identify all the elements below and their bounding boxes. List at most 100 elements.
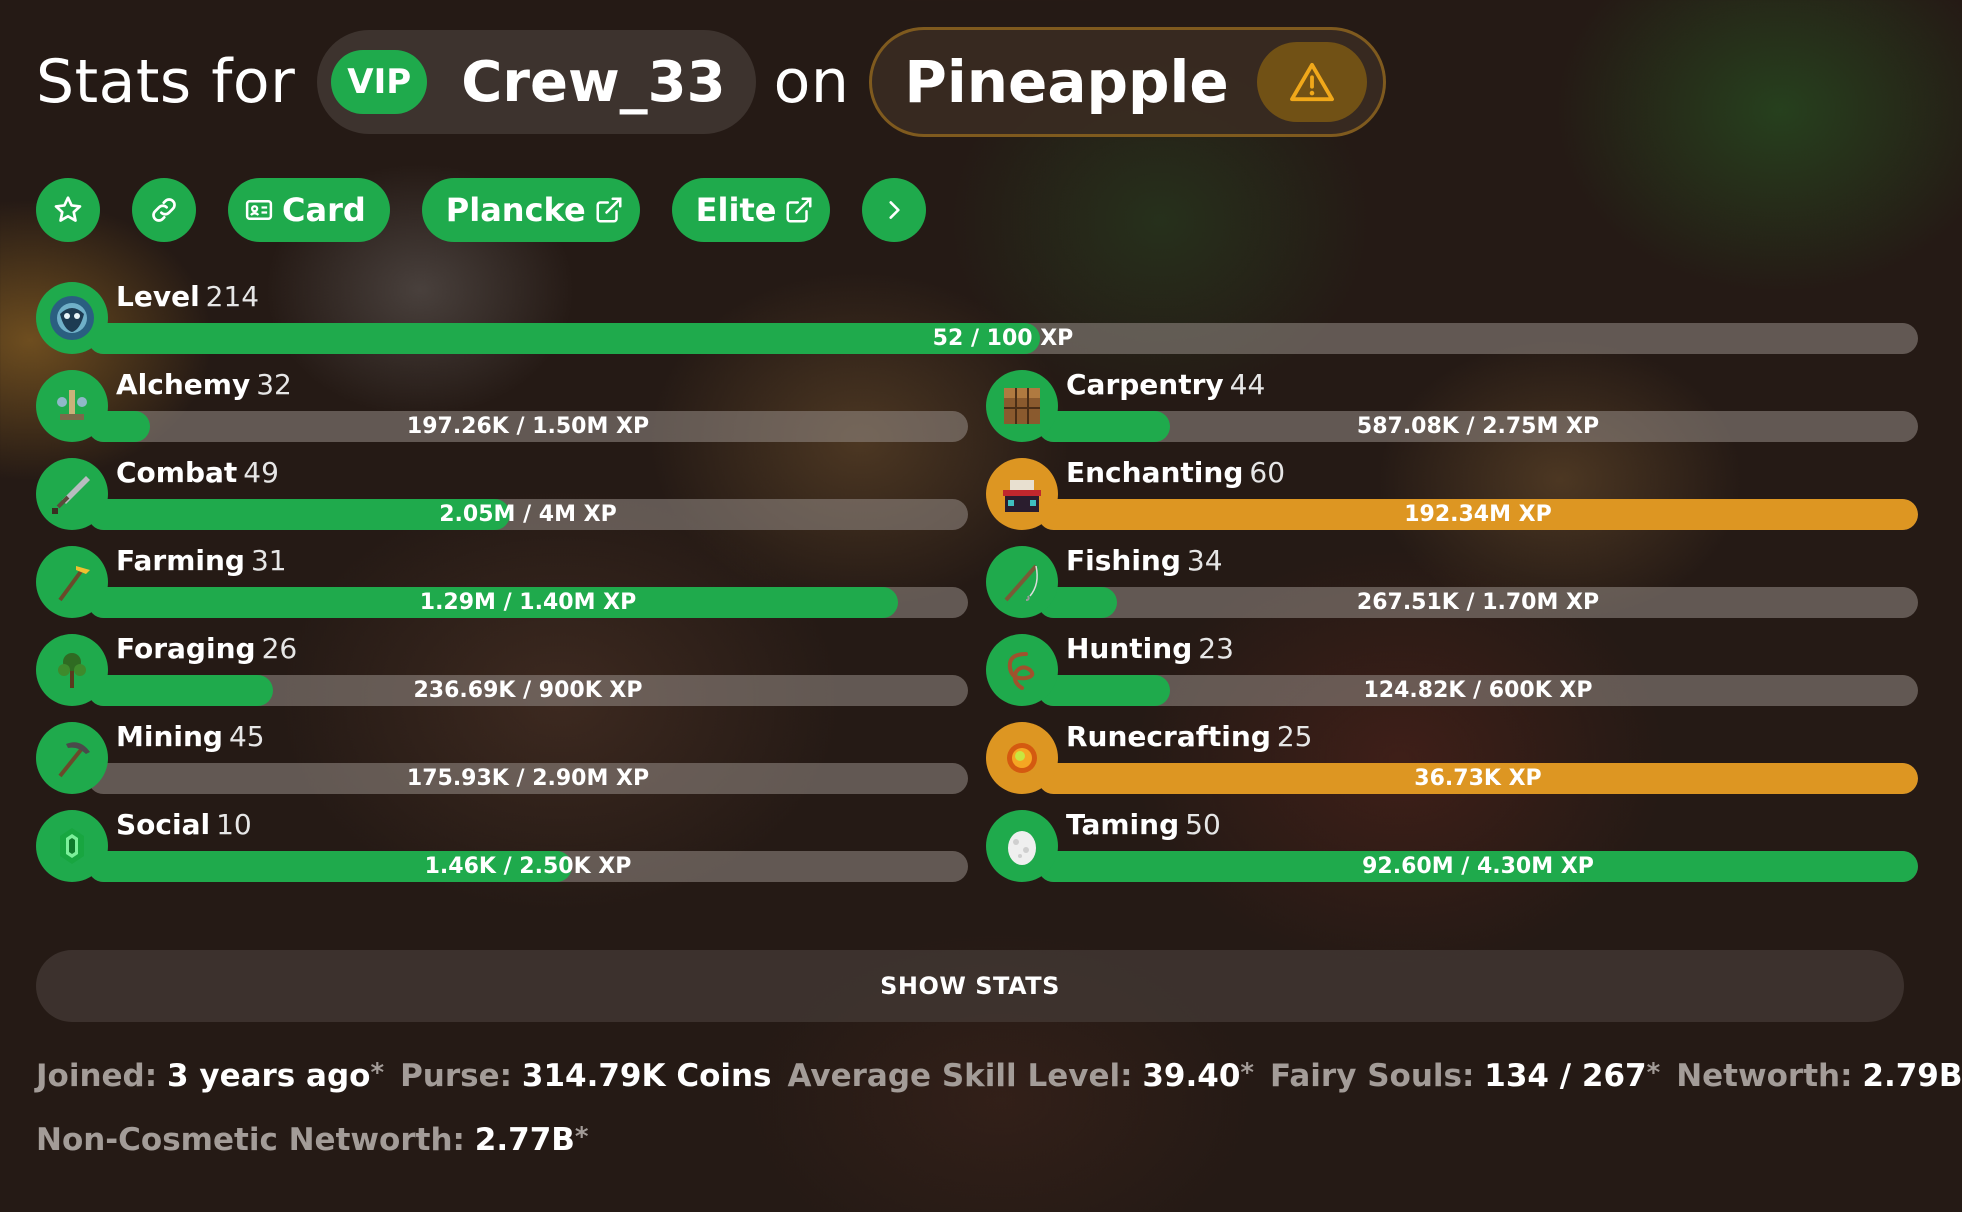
golden-hoe-icon bbox=[36, 546, 108, 618]
skill-level: 60 bbox=[1249, 456, 1286, 489]
skill-combat[interactable]: Combat 49 2.05M / 4M XP bbox=[36, 456, 968, 530]
average-skill-level-stat[interactable]: Average Skill Level: 39.40* bbox=[788, 1058, 1255, 1094]
skill-title: Enchanting 60 bbox=[1066, 456, 1285, 489]
copy-link-button[interactable] bbox=[132, 178, 196, 242]
skill-fishing[interactable]: Fishing 34 267.51K / 1.70M XP bbox=[986, 544, 1918, 618]
skill-xp-text: 2.05M / 4M XP bbox=[439, 502, 617, 527]
card-button[interactable]: Card bbox=[228, 178, 390, 242]
skill-xp-text: 92.60M / 4.30M XP bbox=[1362, 854, 1594, 879]
external-link-icon bbox=[786, 197, 812, 223]
skill-foraging[interactable]: Foraging 26 236.69K / 900K XP bbox=[36, 632, 968, 706]
skill-name: Alchemy bbox=[116, 368, 251, 401]
favorite-button[interactable] bbox=[36, 178, 100, 242]
stats-for-label: Stats for bbox=[36, 47, 296, 117]
non-cosmetic-networth-stat[interactable]: Non-Cosmetic Networth: 2.77B* bbox=[36, 1122, 589, 1158]
joined-stat[interactable]: Joined: 3 years ago* bbox=[36, 1058, 384, 1094]
skill-carpentry[interactable]: Carpentry 44 587.08K / 2.75M XP bbox=[986, 368, 1918, 442]
skill-xp-text: 587.08K / 2.75M XP bbox=[1356, 414, 1600, 439]
skill-taming[interactable]: Taming 50 92.60M / 4.30M XP bbox=[986, 808, 1918, 882]
skill-title: Foraging 26 bbox=[116, 632, 297, 665]
plancke-label: Plancke bbox=[445, 191, 586, 229]
skill-progress-track: 1.29M / 1.40M XP bbox=[88, 587, 968, 618]
skill-enchanting[interactable]: Enchanting 60 192.34M XP bbox=[986, 456, 1918, 530]
brewing-stand-icon bbox=[36, 370, 108, 442]
page-header: Stats for VIP Crew_33 on Pineapple bbox=[36, 27, 1386, 137]
skyblock-stats-page: Stats for VIP Crew_33 on Pineapple Card … bbox=[0, 0, 1962, 1212]
skyblock-level-bar: Level 214 52 / 100 XP bbox=[36, 280, 1918, 354]
skill-title: Social 10 bbox=[116, 808, 252, 841]
skill-hunting[interactable]: Hunting 23 124.82K / 600K XP bbox=[986, 632, 1918, 706]
magma-cream-icon bbox=[986, 722, 1058, 794]
pickaxe-icon bbox=[36, 722, 108, 794]
skill-xp-text: 197.26K / 1.50M XP bbox=[406, 414, 650, 439]
skill-name: Foraging bbox=[116, 632, 256, 665]
skill-runecrafting[interactable]: Runecrafting 25 36.73K XP bbox=[986, 720, 1918, 794]
star-icon bbox=[54, 196, 82, 222]
networth-stat[interactable]: Networth: 2.79B* bbox=[1676, 1058, 1962, 1094]
skill-name: Social bbox=[116, 808, 211, 841]
lead-icon bbox=[986, 634, 1058, 706]
skill-title: Hunting 23 bbox=[1066, 632, 1234, 665]
warning-icon bbox=[1289, 62, 1334, 102]
skill-progress-track: 236.69K / 900K XP bbox=[88, 675, 968, 706]
level-label: Level bbox=[116, 280, 200, 313]
level-emblem-icon bbox=[36, 282, 108, 354]
profile-summary: Joined: 3 years ago* Purse: 314.79K Coin… bbox=[36, 1058, 1962, 1186]
skill-level: 23 bbox=[1198, 632, 1234, 665]
sword-icon bbox=[36, 458, 108, 530]
warning-button[interactable] bbox=[1256, 42, 1367, 122]
level-xp-text: 52 / 100 XP bbox=[932, 326, 1074, 351]
external-link-icon bbox=[596, 197, 622, 223]
fishing-rod-icon bbox=[986, 546, 1058, 618]
skill-xp-text: 236.69K / 900K XP bbox=[413, 678, 643, 703]
skill-progress-track: 175.93K / 2.90M XP bbox=[88, 763, 968, 794]
skill-progress-track: 1.46K / 2.50K XP bbox=[88, 851, 968, 882]
chevron-right-icon bbox=[889, 201, 901, 219]
spawn-egg-icon bbox=[986, 810, 1058, 882]
purse-stat: Purse: 314.79K Coins bbox=[400, 1058, 772, 1094]
emerald-icon bbox=[36, 810, 108, 882]
skill-level: 50 bbox=[1185, 808, 1221, 841]
more-links-button[interactable] bbox=[862, 178, 927, 242]
profile-selector[interactable]: Pineapple bbox=[869, 27, 1386, 137]
level-value: 214 bbox=[205, 280, 260, 313]
skill-xp-text: 267.51K / 1.70M XP bbox=[1356, 590, 1600, 615]
skill-title: Farming 31 bbox=[116, 544, 287, 577]
skill-name: Enchanting bbox=[1066, 456, 1244, 489]
skill-level: 26 bbox=[261, 632, 298, 665]
player-pill[interactable]: VIP Crew_33 bbox=[317, 30, 756, 134]
skill-alchemy[interactable]: Alchemy 32 197.26K / 1.50M XP bbox=[36, 368, 968, 442]
skill-name: Carpentry bbox=[1066, 368, 1224, 401]
skill-xp-text: 124.82K / 600K XP bbox=[1363, 678, 1593, 703]
skill-progress-track: 197.26K / 1.50M XP bbox=[88, 411, 968, 442]
skill-farming[interactable]: Farming 31 1.29M / 1.40M XP bbox=[36, 544, 968, 618]
skill-level: 34 bbox=[1186, 544, 1223, 577]
fairy-souls-stat[interactable]: Fairy Souls: 134 / 267* bbox=[1270, 1058, 1660, 1094]
skill-title: Runecrafting 25 bbox=[1066, 720, 1313, 753]
on-label: on bbox=[773, 47, 850, 117]
action-bar: Card Plancke Elite bbox=[36, 178, 958, 242]
level-progress-track: 52 / 100 XP bbox=[88, 323, 1918, 354]
skill-progress-track: 36.73K XP bbox=[1038, 763, 1918, 794]
skill-mining[interactable]: Mining 45 175.93K / 2.90M XP bbox=[36, 720, 968, 794]
show-stats-button[interactable]: SHOW STATS bbox=[36, 950, 1904, 1022]
skill-level: 44 bbox=[1229, 368, 1266, 401]
skill-title: Fishing 34 bbox=[1066, 544, 1223, 577]
skill-title: Combat 49 bbox=[116, 456, 279, 489]
skill-progress-track: 267.51K / 1.70M XP bbox=[1038, 587, 1918, 618]
skill-title: Mining 45 bbox=[116, 720, 265, 753]
skill-level: 32 bbox=[256, 368, 292, 401]
card-label: Card bbox=[282, 191, 366, 229]
skill-progress-track: 192.34M XP bbox=[1038, 499, 1918, 530]
skill-level: 49 bbox=[243, 456, 279, 489]
skill-xp-text: 36.73K XP bbox=[1414, 766, 1542, 791]
skill-title: Alchemy 32 bbox=[116, 368, 292, 401]
elite-link[interactable]: Elite bbox=[671, 178, 831, 242]
sapling-icon bbox=[36, 634, 108, 706]
skill-level: 25 bbox=[1276, 720, 1313, 753]
skill-name: Hunting bbox=[1066, 632, 1193, 665]
skill-xp-text: 192.34M XP bbox=[1404, 502, 1552, 527]
plancke-link[interactable]: Plancke bbox=[421, 178, 640, 242]
skill-social[interactable]: Social 10 1.46K / 2.50K XP bbox=[36, 808, 968, 882]
link-icon bbox=[152, 198, 176, 222]
